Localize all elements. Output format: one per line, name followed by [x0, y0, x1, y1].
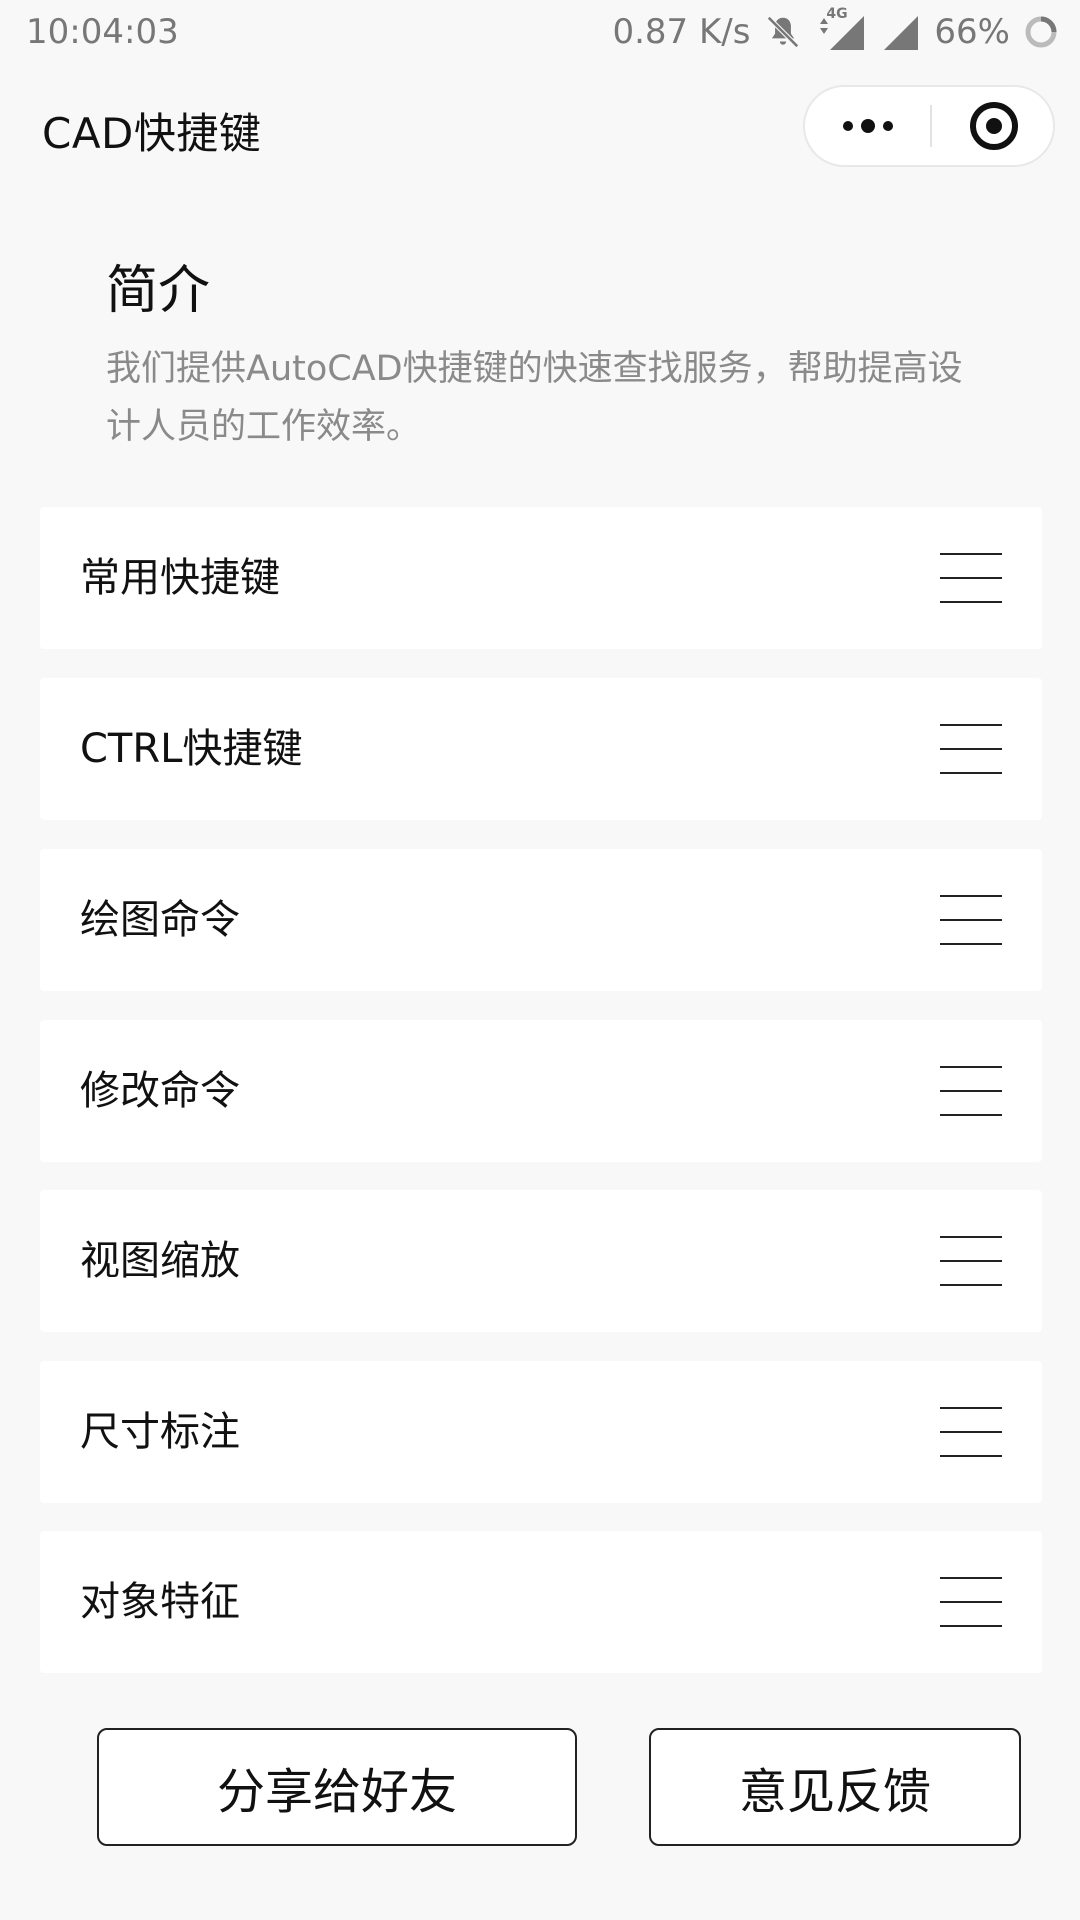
menu-item-label: 尺寸标注: [80, 1409, 240, 1455]
loading-circle-icon: [1024, 15, 1058, 49]
menu-item-common-shortcuts[interactable]: 常用快捷键: [40, 507, 1042, 649]
close-button[interactable]: [932, 87, 1055, 165]
more-button[interactable]: [805, 87, 930, 165]
signal-icon: [880, 12, 920, 52]
menu-item-label: 视图缩放: [80, 1238, 240, 1284]
menu-item-draw-commands[interactable]: 绘图命令: [40, 849, 1042, 991]
menu-item-label: 对象特征: [80, 1579, 240, 1625]
menu-item-label: 修改命令: [80, 1068, 240, 1114]
intro-text: 我们提供AutoCAD快捷键的快速查找服务，帮助提高设计人员的工作效率。: [106, 349, 963, 447]
menu-item-object-properties[interactable]: 对象特征: [40, 1531, 1042, 1673]
menu-item-ctrl-shortcuts[interactable]: CTRL快捷键: [40, 678, 1042, 820]
mute-bell-icon: [764, 13, 802, 51]
more-dots-icon: [842, 119, 893, 133]
network-type: 4G: [826, 6, 848, 22]
menu-item-label: 绘图命令: [80, 897, 240, 943]
status-time: 10:04:03: [26, 12, 179, 52]
hamburger-icon: [940, 895, 1002, 945]
share-button[interactable]: 分享给好友: [97, 1728, 577, 1846]
menu-item-label: 常用快捷键: [80, 555, 280, 601]
menu-item-modify-commands[interactable]: 修改命令: [40, 1020, 1042, 1162]
hamburger-icon: [940, 553, 1002, 603]
feedback-button[interactable]: 意见反馈: [649, 1728, 1021, 1846]
menu-item-dimensions[interactable]: 尺寸标注: [40, 1361, 1042, 1503]
intro-heading: 简介: [106, 261, 211, 321]
network-speed: 0.87 K/s: [612, 12, 751, 52]
hamburger-icon: [940, 1066, 1002, 1116]
target-circle-icon: [969, 102, 1018, 150]
status-bar: 10:04:03 0.87 K/s 4G 66%: [0, 0, 1080, 64]
battery-level: 66%: [934, 12, 1010, 52]
hamburger-icon: [940, 724, 1002, 774]
status-icons: 0.87 K/s 4G 66%: [612, 6, 1058, 52]
hamburger-icon: [940, 1577, 1002, 1627]
hamburger-icon: [940, 1407, 1002, 1457]
menu-item-view-zoom[interactable]: 视图缩放: [40, 1190, 1042, 1332]
menu-item-label: CTRL快捷键: [80, 726, 303, 772]
miniprogram-capsule: [803, 85, 1055, 167]
page-title: CAD快捷键: [42, 109, 262, 158]
hamburger-icon: [940, 1236, 1002, 1286]
signal-4g-icon: 4G: [816, 6, 866, 52]
